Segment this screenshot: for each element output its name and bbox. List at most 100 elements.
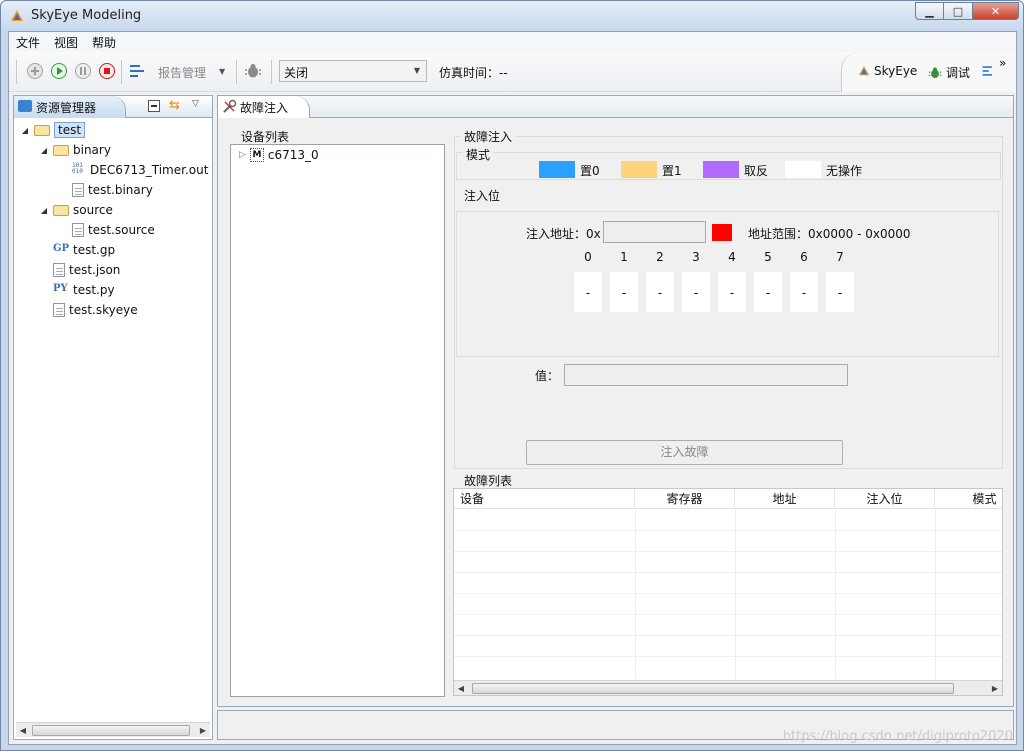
- mode-invert-swatch[interactable]: [703, 161, 739, 178]
- column-divider: [735, 509, 736, 679]
- explorer-horizontal-scrollbar[interactable]: ◀ ▶: [16, 722, 210, 737]
- mode-set0-swatch[interactable]: [539, 161, 575, 178]
- mode-combo[interactable]: 关闭 ▼: [279, 60, 427, 82]
- tree-item-test-binary[interactable]: test.binary: [72, 180, 153, 200]
- editor-header: 故障注入: [218, 96, 1013, 118]
- value-label: 值：: [535, 369, 560, 383]
- stop-icon[interactable]: [98, 62, 116, 80]
- scrollbar-thumb[interactable]: [32, 725, 190, 736]
- explorer-folder-icon: [18, 100, 32, 112]
- file-icon: [72, 183, 84, 197]
- device-item-label: c6713_0: [267, 148, 319, 162]
- toolbar: 报告管理 ▼ 关闭 ▼ 仿真时间：-- SkyEye 调试 »: [9, 52, 1016, 92]
- menu-file[interactable]: 文件: [9, 32, 47, 52]
- tab-fault-injection[interactable]: 故障注入: [218, 96, 310, 118]
- perspective-skyeye[interactable]: SkyEye: [858, 64, 917, 78]
- expand-twisty-icon[interactable]: ◢: [20, 126, 30, 135]
- tree-item-label: test.binary: [88, 183, 153, 197]
- perspective-debug-label: 调试: [946, 66, 971, 80]
- address-range-label: 地址范围：0x0000 - 0x0000: [748, 227, 911, 241]
- device-item-c6713[interactable]: ▷ M c6713_0: [239, 148, 319, 162]
- folder-open-icon: [34, 124, 50, 136]
- tree-item-test-json[interactable]: test.json: [53, 260, 120, 280]
- report-dropdown-arrow-icon[interactable]: ▼: [219, 67, 225, 76]
- row-divider: [454, 635, 1002, 636]
- add-icon[interactable]: [26, 62, 44, 80]
- tree-item-binary[interactable]: ◢ binary: [39, 140, 111, 160]
- scrollbar-thumb[interactable]: [472, 683, 954, 694]
- more-perspectives-button[interactable]: »: [999, 56, 1006, 70]
- bit-number: 1: [620, 250, 628, 264]
- file-icon: [72, 223, 84, 237]
- mode-noop-swatch[interactable]: [785, 161, 821, 178]
- value-input[interactable]: [564, 364, 848, 386]
- table-header: 设备 寄存器 地址 注入位 模式: [454, 489, 1002, 509]
- tree-item-label: DEC6713_Timer.out: [90, 163, 209, 177]
- menu-view[interactable]: 视图: [47, 32, 85, 52]
- inject-address-label: 注入地址：0x: [526, 227, 601, 241]
- column-header-inject-bit[interactable]: 注入位: [835, 489, 935, 509]
- expand-twisty-icon[interactable]: ◢: [39, 146, 49, 155]
- column-header-address[interactable]: 地址: [735, 489, 835, 509]
- watermark-text: https://blog.csdn.net/digiproto2020: [782, 729, 1013, 744]
- tree-item-label: test.json: [69, 263, 121, 277]
- bit-cell[interactable]: -: [717, 271, 747, 313]
- close-button[interactable]: ✕: [973, 2, 1019, 20]
- file-icon: [53, 263, 65, 277]
- view-menu-icon[interactable]: ▽: [192, 99, 199, 109]
- inject-fault-button[interactable]: 注入故障: [526, 440, 843, 465]
- tree-item-label: test.py: [73, 283, 115, 297]
- tree-item-test-skyeye[interactable]: test.skyeye: [53, 300, 138, 320]
- column-header-device[interactable]: 设备: [454, 489, 635, 509]
- tree-item-test-source[interactable]: test.source: [72, 220, 155, 240]
- toolbar-separator: [271, 60, 272, 84]
- title-bar[interactable]: SkyEye Modeling ▁ □ ✕: [1, 1, 1023, 31]
- skyeye-logo-icon: [11, 10, 23, 21]
- column-header-register[interactable]: 寄存器: [635, 489, 735, 509]
- bit-cell[interactable]: -: [573, 271, 603, 313]
- scroll-right-icon[interactable]: ▶: [196, 723, 210, 738]
- device-list[interactable]: ▷ M c6713_0: [230, 144, 445, 697]
- fault-list-table[interactable]: 设备 寄存器 地址 注入位 模式 ◀ ▶: [453, 488, 1003, 696]
- bit-cell[interactable]: -: [789, 271, 819, 313]
- skyeye-logo-icon: [858, 65, 870, 76]
- bit-cell[interactable]: -: [681, 271, 711, 313]
- expand-twisty-icon[interactable]: ▷: [239, 150, 246, 160]
- tree-item-test-py[interactable]: PY test.py: [53, 280, 115, 300]
- report-list-icon[interactable]: [128, 62, 146, 80]
- perspective-debug[interactable]: 调试: [928, 64, 970, 81]
- run-icon[interactable]: [50, 62, 68, 80]
- chevron-down-icon[interactable]: ▼: [410, 63, 424, 79]
- tree-item-label: source: [73, 203, 113, 217]
- report-management-button[interactable]: 报告管理: [158, 64, 206, 81]
- mode-combo-value: 关闭: [284, 66, 309, 80]
- maximize-button[interactable]: □: [944, 2, 973, 20]
- bit-cell[interactable]: -: [753, 271, 783, 313]
- binary-file-icon: 101 010: [72, 162, 83, 175]
- fault-list-horizontal-scrollbar[interactable]: ◀ ▶: [454, 680, 1002, 695]
- toolbar-separator: [236, 60, 237, 84]
- mode-set1-swatch[interactable]: [621, 161, 657, 178]
- pause-icon[interactable]: [74, 62, 92, 80]
- collapse-all-icon[interactable]: [148, 100, 160, 112]
- tree-item-source[interactable]: ◢ source: [39, 200, 113, 220]
- scroll-left-icon[interactable]: ◀: [16, 723, 30, 738]
- link-with-editor-icon[interactable]: ⇆: [169, 98, 180, 113]
- debug-bug-icon[interactable]: [244, 62, 262, 80]
- column-header-mode[interactable]: 模式: [935, 489, 1002, 509]
- menu-help[interactable]: 帮助: [85, 32, 123, 52]
- tree-item-dec6713-timer[interactable]: 101 010 DEC6713_Timer.out: [72, 160, 208, 180]
- scroll-right-icon[interactable]: ▶: [988, 681, 1002, 695]
- bit-cell[interactable]: -: [825, 271, 855, 313]
- expand-twisty-icon[interactable]: ◢: [39, 206, 49, 215]
- minimize-button[interactable]: ▁: [915, 2, 944, 20]
- tree-item-test-gp[interactable]: GP test.gp: [53, 240, 115, 260]
- tab-resource-explorer[interactable]: 资源管理器: [14, 96, 126, 118]
- scroll-left-icon[interactable]: ◀: [454, 681, 468, 695]
- row-divider: [454, 572, 1002, 573]
- tree-item-test[interactable]: ◢ test: [20, 120, 86, 140]
- open-perspective-icon[interactable]: [981, 64, 995, 78]
- bit-cell[interactable]: -: [645, 271, 675, 313]
- inject-address-input[interactable]: [603, 221, 706, 243]
- bit-cell[interactable]: -: [609, 271, 639, 313]
